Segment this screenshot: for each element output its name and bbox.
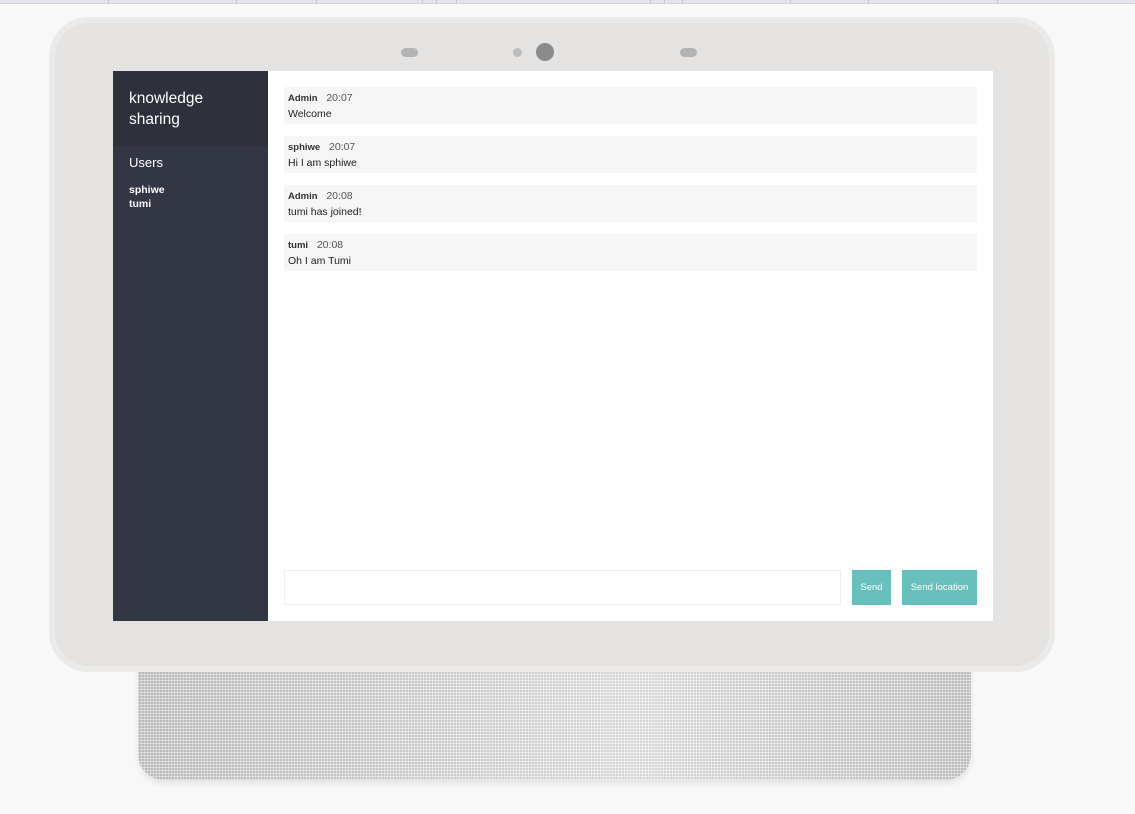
sensor-left-icon bbox=[401, 48, 418, 57]
message-text: Oh I am Tumi bbox=[288, 255, 352, 267]
camera-icon bbox=[536, 43, 554, 61]
message-text: tumi has joined! bbox=[288, 206, 362, 218]
chat-sidebar: knowledge sharing Users sphiwe tumi bbox=[113, 71, 268, 621]
browser-top-edge bbox=[0, 0, 1135, 4]
chat-main: Admin 20:07 Welcome sphiwe 20:07 Hi I am… bbox=[268, 71, 993, 621]
room-title: knowledge sharing bbox=[113, 71, 268, 146]
messages-list: Admin 20:07 Welcome sphiwe 20:07 Hi I am… bbox=[284, 87, 977, 283]
message-username: tumi bbox=[288, 240, 309, 251]
message-time: 20:07 bbox=[328, 141, 356, 153]
message-username: Admin bbox=[288, 191, 318, 202]
message: Admin 20:07 Welcome bbox=[284, 87, 977, 124]
users-heading: Users bbox=[129, 155, 163, 170]
send-button[interactable]: Send bbox=[852, 570, 891, 605]
message-time: 20:08 bbox=[316, 239, 344, 251]
sensor-right-icon bbox=[680, 48, 697, 57]
device-screen: knowledge sharing Users sphiwe tumi Admi… bbox=[113, 71, 993, 621]
send-location-button[interactable]: Send location bbox=[902, 570, 977, 605]
message-text: Hi I am sphiwe bbox=[288, 157, 357, 169]
message: tumi 20:08 Oh I am Tumi bbox=[284, 234, 977, 271]
message-time: 20:07 bbox=[326, 92, 353, 104]
message-username: Admin bbox=[288, 93, 318, 104]
user-list-item: tumi bbox=[129, 198, 152, 210]
users-list: sphiwe tumi bbox=[113, 183, 268, 211]
user-list-item: sphiwe bbox=[129, 184, 165, 196]
message-compose-form: Send Send location bbox=[284, 570, 977, 605]
message-text: Welcome bbox=[288, 108, 332, 120]
message-input[interactable] bbox=[284, 570, 841, 605]
message-username: sphiwe bbox=[288, 142, 321, 153]
message-time: 20:08 bbox=[326, 190, 353, 202]
message: sphiwe 20:07 Hi I am sphiwe bbox=[284, 136, 977, 173]
light-sensor-icon bbox=[513, 48, 522, 57]
device-fabric-stand bbox=[138, 660, 971, 780]
message: Admin 20:08 tumi has joined! bbox=[284, 185, 977, 222]
